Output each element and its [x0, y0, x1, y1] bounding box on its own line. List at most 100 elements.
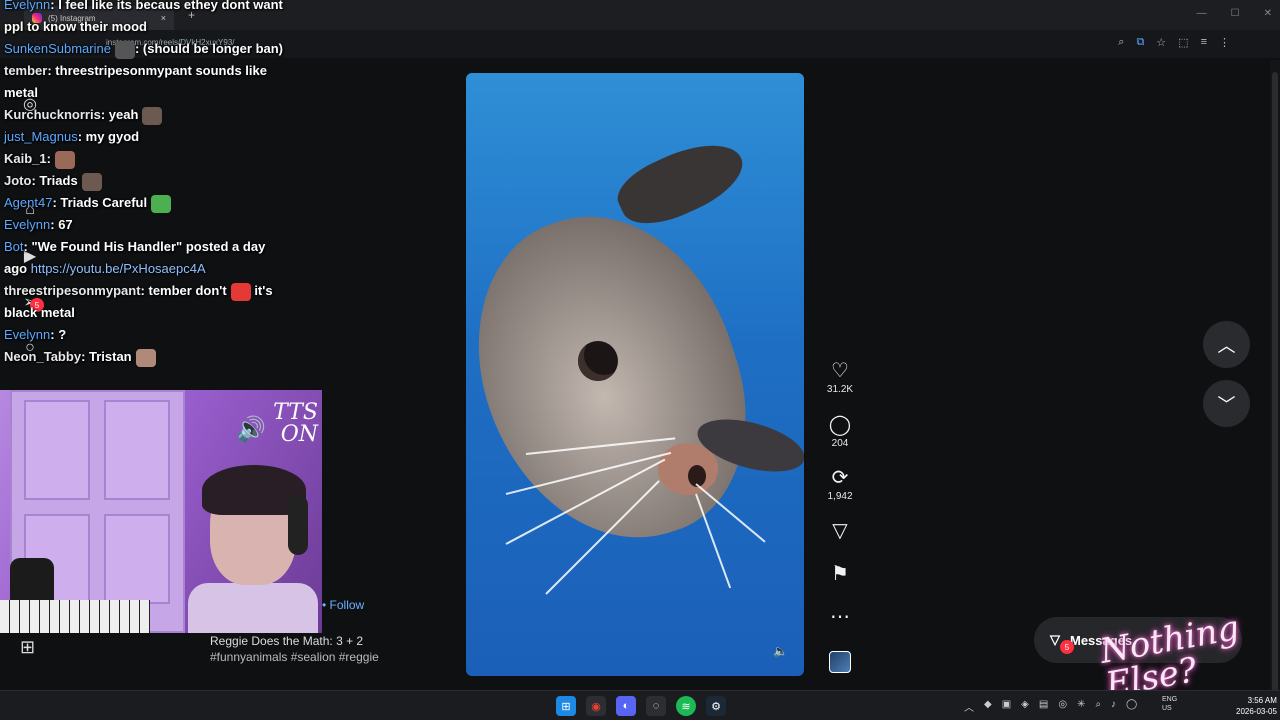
streamer-shirt — [188, 583, 318, 633]
piano-keys — [0, 600, 150, 633]
comment-icon: ◯ — [828, 414, 852, 436]
repost-icon: ⟳ — [831, 467, 849, 489]
steam-icon[interactable]: ⚙ — [706, 696, 726, 716]
door-panel — [104, 514, 170, 604]
chat-link[interactable]: https://youtu.be/PxHosaepc4A — [31, 261, 206, 276]
close-window-button[interactable]: ✕ — [1264, 8, 1272, 19]
tray-app-icon[interactable]: ▣ — [1002, 699, 1011, 714]
chat-message: just_Magnus: my gyod — [4, 126, 284, 148]
tts-indicator: 🔊 TTS ON — [232, 402, 318, 456]
clock-date: 2026-03-05 — [1236, 707, 1277, 716]
spotify-icon[interactable]: ≋ — [676, 696, 696, 716]
more-menu-icon[interactable]: ⊞ — [20, 637, 35, 658]
chat-username: Joto — [4, 173, 32, 188]
chat-text: : — [46, 151, 51, 166]
comment-action[interactable]: ◯ 204 — [816, 414, 864, 449]
seal-nose — [658, 443, 718, 495]
previous-reel-button[interactable]: ︿ — [1203, 321, 1250, 368]
obs-icon[interactable]: ◌ — [646, 696, 666, 716]
like-count: 31.2K — [826, 384, 854, 395]
microphone-icon[interactable]: ♪ — [1111, 699, 1116, 714]
extensions-icon[interactable]: ⬚ — [1178, 36, 1188, 49]
volume-icon[interactable]: 🔈 — [773, 644, 788, 658]
reel-video[interactable]: 🔈 — [466, 73, 804, 676]
chat-username: just_Magnus — [4, 129, 78, 144]
minimize-button[interactable]: — — [1197, 8, 1207, 19]
tray-app-icon[interactable]: ◯ — [1126, 699, 1137, 714]
streamer — [188, 465, 318, 633]
chat-text: : Tristan — [81, 349, 132, 364]
scrollbar-thumb[interactable] — [1272, 72, 1278, 692]
repost-action[interactable]: ⟳ 1,942 — [816, 467, 864, 502]
tray-app-icon[interactable]: ◈ — [1021, 699, 1029, 714]
more-options-icon: ⋯ — [830, 606, 850, 628]
zoom-icon[interactable]: ⌕ — [1118, 36, 1124, 49]
bookmark-icon: ⚑ — [831, 563, 849, 585]
send-icon: ▽ — [1050, 632, 1060, 647]
chat-username: Kurchucknorris — [4, 107, 101, 122]
save-action[interactable]: ⚑ — [816, 563, 864, 585]
chat-text: : 67 — [50, 217, 73, 232]
screen: (5) Instagram × + — ☐ ✕ instagram.com/re… — [0, 0, 1280, 720]
heart-icon: ♡ — [831, 360, 849, 382]
chat-message: Evelynn: 67 — [4, 214, 284, 236]
profile-icon[interactable]: ≡ — [1201, 36, 1207, 49]
emote-icon — [230, 282, 251, 301]
chat-message: Bot: "We Found His Handler" posted a day… — [4, 236, 284, 280]
seal-eye — [578, 341, 618, 381]
chat-text: : (should be longer ban) — [134, 41, 284, 56]
address-bar-icons: ⌕ ⧉ ☆ ⬚ ≡ ⋮ — [1118, 36, 1230, 49]
chat-username: Agent47 — [4, 195, 53, 210]
clock-time: 3:56 AM — [1247, 696, 1277, 705]
emote-icon — [81, 172, 102, 191]
emote-icon — [135, 348, 156, 367]
bookmark-star-icon[interactable]: ☆ — [1156, 36, 1166, 49]
maximize-button[interactable]: ☐ — [1231, 8, 1240, 19]
chat-message: Kaib_1: — [4, 148, 284, 170]
like-action[interactable]: ♡ 31.2K — [816, 360, 864, 395]
chat-username: Neon_Tabby — [4, 349, 82, 364]
share-icon: ▽ — [832, 520, 848, 542]
taskbar-apps: ⊞ ◉ ◐ ◌ ≋ ⚙ — [556, 696, 726, 716]
language-code: ENG — [1162, 696, 1178, 703]
chat-message: Joto: Triads — [4, 170, 284, 192]
menu-icon[interactable]: ⋮ — [1219, 36, 1230, 49]
next-reel-button[interactable]: ﹀ — [1203, 380, 1250, 427]
repost-count: 1,942 — [827, 491, 853, 502]
system-tray: ︿ ◆ ▣ ◈ ▤ ◎ ✳ ⌕ ♪ ◯ — [964, 699, 1137, 714]
speaker-icon: 🔊 — [236, 415, 266, 443]
share-action[interactable]: ▽ — [816, 520, 864, 542]
more-action[interactable]: ⋯ — [816, 606, 864, 628]
reel-caption: Reggie Does the Math: 3 + 2 #funnyanimal… — [210, 633, 410, 665]
tray-app-icon[interactable]: ◎ — [1058, 699, 1067, 714]
tray-app-icon[interactable]: ◆ — [984, 699, 992, 714]
discord-icon[interactable]: ◐ — [616, 696, 636, 716]
caption-hashtags[interactable]: #funnyanimals #sealion #reggie — [210, 649, 410, 665]
window-controls: — ☐ ✕ — [1197, 8, 1272, 19]
tray-app-icon[interactable]: ▤ — [1039, 699, 1048, 714]
door-panel — [104, 400, 170, 500]
clock[interactable]: 3:56 AM 2026-03-05 — [1236, 695, 1277, 717]
emote-icon — [54, 150, 75, 169]
chrome-icon[interactable]: ◉ — [586, 696, 606, 716]
language-indicator[interactable]: ENG US — [1162, 695, 1177, 713]
tray-app-icon[interactable]: ⌕ — [1095, 699, 1101, 714]
comment-count: 204 — [831, 438, 849, 449]
door-panel — [24, 400, 90, 500]
tray-chevron-icon[interactable]: ︿ — [964, 699, 974, 714]
follow-button[interactable]: • Follow — [322, 598, 364, 612]
audio-thumbnail[interactable] — [829, 651, 851, 673]
scrollbar[interactable] — [1270, 60, 1280, 692]
install-app-icon[interactable]: ⧉ — [1136, 36, 1144, 49]
seal-flipper — [609, 128, 753, 238]
taskbar: ⊞ ◉ ◐ ◌ ≋ ⚙ ︿ ◆ ▣ ◈ ▤ ◎ ✳ ⌕ ♪ ◯ ENG US 3… — [0, 690, 1280, 720]
chat-username: tember — [4, 63, 48, 78]
chat-message: Agent47: Triads Careful — [4, 192, 284, 214]
chat-message: Evelynn: ? — [4, 324, 284, 346]
chat-text: : Triads — [31, 173, 78, 188]
tray-app-icon[interactable]: ✳ — [1077, 699, 1085, 714]
chat-text: : tember don't — [140, 283, 227, 298]
start-icon[interactable]: ⊞ — [556, 696, 576, 716]
chat-message: tember: threestripesonmypant sounds like… — [4, 60, 284, 104]
chat-text: : Triads Careful — [52, 195, 148, 210]
